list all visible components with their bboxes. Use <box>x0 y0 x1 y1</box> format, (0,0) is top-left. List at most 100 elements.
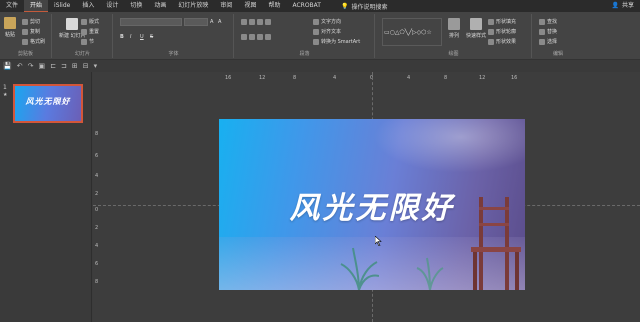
select-button[interactable]: 选择 <box>539 38 557 45</box>
ruler-tick: 4 <box>407 75 411 81</box>
group-paragraph: 文字方向 对齐文本 转换为 SmartArt 段落 <box>235 14 375 58</box>
shrink-font-button[interactable]: A <box>218 19 221 25</box>
background-clouds <box>359 119 525 179</box>
smartart-icon <box>313 38 319 45</box>
horizontal-ruler: 16 12 8 4 0 4 8 12 16 <box>219 75 519 82</box>
brush-icon <box>22 38 28 45</box>
bullets-icon <box>241 19 247 25</box>
shape-outline-button[interactable]: 形状轮廓 <box>488 28 516 35</box>
justify-icon <box>265 34 271 40</box>
group-slides: 新建 幻灯片 版式 重置 节 幻灯片 <box>53 14 113 58</box>
bullets-button[interactable] <box>241 19 271 25</box>
smartart-button[interactable]: 转换为 SmartArt <box>313 38 360 45</box>
grow-font-button[interactable]: A <box>210 19 213 25</box>
quick-styles-icon <box>470 18 482 30</box>
align-buttons[interactable] <box>241 34 271 40</box>
group-label-editing: 编辑 <box>552 51 563 57</box>
shape-effects-button[interactable]: 形状效果 <box>488 38 516 45</box>
lightbulb-icon: 💡 <box>340 2 349 10</box>
align-right-icon <box>257 34 263 40</box>
tab-slideshow[interactable]: 幻灯片放映 <box>172 0 214 12</box>
bold-button[interactable]: B <box>120 34 124 40</box>
align-left-qat-icon[interactable]: ⊏ <box>50 62 56 70</box>
vertical-ruler: 8 6 4 2 0 2 4 6 8 <box>95 107 102 317</box>
indent-icon <box>257 19 263 25</box>
tab-islide[interactable]: iSlide <box>48 0 76 12</box>
find-button[interactable]: 查找 <box>539 18 557 25</box>
ruler-tick: 8 <box>95 279 99 285</box>
effects-icon <box>488 38 494 45</box>
share-button[interactable]: 👤 共享 <box>612 0 635 12</box>
cursor-icon <box>539 38 545 45</box>
format-painter-button[interactable]: 格式刷 <box>22 38 45 45</box>
tab-help[interactable]: 帮助 <box>262 0 286 12</box>
ruler-tick: 8 <box>293 75 297 81</box>
paste-icon <box>4 17 16 29</box>
shapes-gallery[interactable]: ▭○△⬠╲╱▷◇⬡☆ <box>382 18 442 46</box>
tab-review[interactable]: 审阅 <box>214 0 238 12</box>
tab-design[interactable]: 设计 <box>100 0 124 12</box>
slide-editor-canvas[interactable]: 16 12 8 4 0 4 8 12 16 8 6 4 2 0 2 4 6 8 <box>93 72 640 322</box>
strikethrough-button[interactable]: S <box>150 34 153 40</box>
palm-plant-image <box>340 247 379 290</box>
layout-button[interactable]: 版式 <box>81 18 99 25</box>
paste-button[interactable]: 粘贴 <box>4 17 16 38</box>
reset-button[interactable]: 重置 <box>81 28 99 35</box>
tell-me-label: 操作说明搜索 <box>351 3 388 11</box>
cut-button[interactable]: 剪切 <box>22 18 40 25</box>
align-center-qat-icon[interactable]: ⊐ <box>61 62 67 70</box>
pen-icon <box>488 28 494 35</box>
redo-icon[interactable]: ↷ <box>28 62 34 70</box>
tab-file[interactable]: 文件 <box>0 0 24 12</box>
italic-button[interactable]: I <box>130 34 131 40</box>
text-direction-icon <box>313 18 319 25</box>
distribute-icon[interactable]: ⊞ <box>72 62 78 70</box>
undo-icon[interactable]: ↶ <box>17 62 23 70</box>
save-icon[interactable]: 💾 <box>3 62 12 70</box>
font-family-select[interactable] <box>120 18 182 26</box>
mouse-pointer-icon <box>375 236 382 246</box>
tab-animations[interactable]: 动画 <box>148 0 172 12</box>
ruler-tick: 12 <box>259 75 266 81</box>
tab-view[interactable]: 视图 <box>238 0 262 12</box>
group-editing: 查找 替换 选择 编辑 <box>533 14 583 58</box>
tab-acrobat[interactable]: ACROBAT <box>286 0 327 12</box>
font-size-select[interactable] <box>184 18 208 26</box>
tab-home[interactable]: 开始 <box>24 0 49 12</box>
ruler-tick: 16 <box>511 75 518 81</box>
section-icon <box>81 38 87 45</box>
quick-access-toolbar: 💾 ↶ ↷ ▣ ⊏ ⊐ ⊞ ⊟ ▾ <box>0 60 640 72</box>
slide-thumbnail-1[interactable]: 风光无限好 <box>13 84 83 123</box>
section-button[interactable]: 节 <box>81 38 94 45</box>
underline-button[interactable]: U <box>140 34 144 40</box>
scissors-icon <box>22 18 28 25</box>
replace-icon <box>539 28 545 35</box>
ruler-tick: 12 <box>479 75 486 81</box>
arrange-icon <box>448 18 460 30</box>
arrange-button[interactable]: 排列 <box>448 18 460 39</box>
slide-title-text[interactable]: 风光无限好 <box>219 183 525 227</box>
slide[interactable]: 风光无限好 <box>219 119 525 290</box>
group-icon[interactable]: ⊟ <box>83 62 89 70</box>
powerpoint-window: 文件 开始 iSlide 插入 设计 切换 动画 幻灯片放映 审阅 视图 帮助 … <box>0 0 640 322</box>
align-text-button[interactable]: 对齐文本 <box>313 28 341 35</box>
quick-styles-button[interactable]: 快速样式 <box>466 18 486 39</box>
shape-fill-button[interactable]: 形状填充 <box>488 18 516 25</box>
tab-transitions[interactable]: 切换 <box>124 0 148 12</box>
group-label-clipboard: 剪贴板 <box>17 51 33 57</box>
ruler-tick: 8 <box>444 75 448 81</box>
ruler-tick: 4 <box>333 75 337 81</box>
start-slideshow-icon[interactable]: ▣ <box>38 62 45 70</box>
animation-star-icon: ★ <box>3 92 8 98</box>
thumbnail-number: 1 <box>3 84 7 91</box>
group-drawing: ▭○△⬠╲╱▷◇⬡☆ 排列 快速样式 形状填充 形状轮廓 形状效果 绘图 <box>376 14 532 58</box>
ruler-tick: 2 <box>95 191 99 197</box>
tell-me-search[interactable]: 💡 操作说明搜索 <box>341 2 388 11</box>
replace-button[interactable]: 替换 <box>539 28 557 35</box>
copy-button[interactable]: 复制 <box>22 28 40 35</box>
text-direction-button[interactable]: 文字方向 <box>313 18 341 25</box>
person-icon: 👤 <box>611 2 619 9</box>
group-label-font: 字体 <box>168 51 179 57</box>
tab-insert[interactable]: 插入 <box>76 0 100 12</box>
customize-qat-icon[interactable]: ▾ <box>94 62 98 70</box>
